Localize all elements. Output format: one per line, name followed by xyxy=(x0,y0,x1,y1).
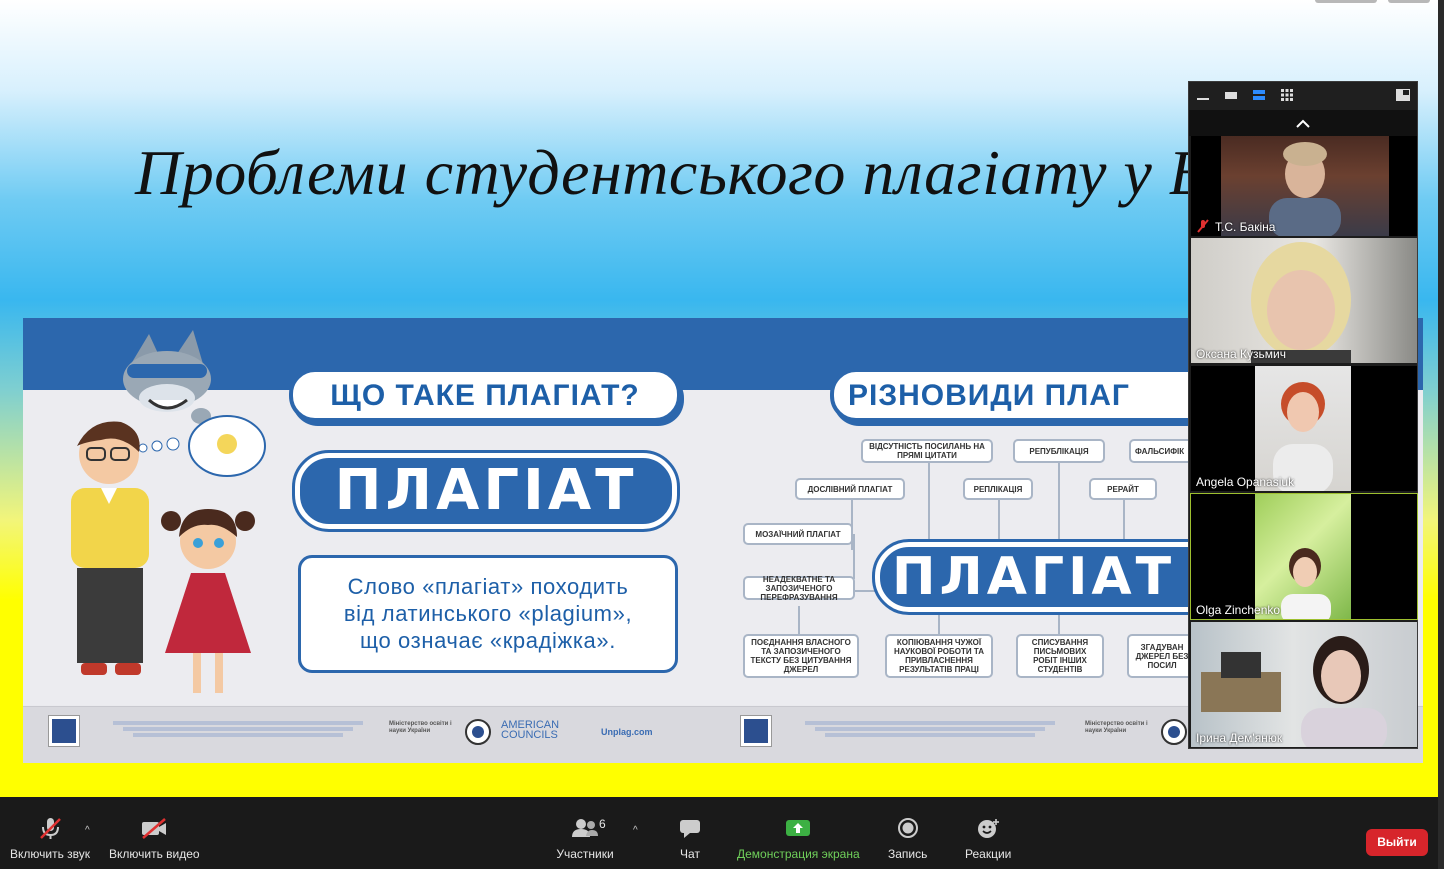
video-tile-active[interactable]: Olga Zinchenko xyxy=(1190,493,1418,620)
scroll-up-button[interactable] xyxy=(1189,110,1417,136)
gallery-view-icon[interactable] xyxy=(1279,88,1295,102)
footer-disclaimer xyxy=(103,719,373,739)
unmute-label: Включить звук xyxy=(10,847,91,861)
video-feed xyxy=(1191,238,1417,363)
connector xyxy=(798,606,800,634)
strip-view-icon[interactable] xyxy=(1251,88,1267,102)
minimize-icon[interactable] xyxy=(1195,88,1211,102)
video-tile[interactable]: Оксана Кузьмич xyxy=(1191,238,1417,363)
unplag-logo: Unplag.com xyxy=(601,727,653,737)
participant-name: Т.С. Бакіна xyxy=(1215,220,1276,234)
leave-meeting-button[interactable]: Выйти xyxy=(1366,829,1428,856)
record-button[interactable]: Запись xyxy=(888,817,927,861)
share-screen-button[interactable]: Демонстрация экрана xyxy=(737,817,860,861)
participants-options-caret[interactable]: ^ xyxy=(633,825,638,836)
muted-mic-icon xyxy=(40,818,61,839)
participants-count: 6 xyxy=(599,817,606,831)
video-off-icon xyxy=(142,818,167,839)
window-right-edge xyxy=(1438,0,1444,869)
pop-out-icon[interactable] xyxy=(1395,88,1411,102)
university-logo xyxy=(48,715,80,747)
chat-icon xyxy=(680,820,700,838)
shared-screen: Проблеми студентського плагіату у В ЩО Т… xyxy=(0,0,1444,797)
participants-label: Участники xyxy=(556,847,614,861)
video-feed xyxy=(1191,622,1417,747)
chat-label: Чат xyxy=(680,847,700,861)
girl-illustration xyxy=(161,509,255,693)
participant-name: Ірина Дем'янюк xyxy=(1196,731,1283,745)
video-tile[interactable]: Ірина Дем'янюк xyxy=(1191,622,1417,747)
boy-illustration xyxy=(71,421,149,675)
university-logo-2 xyxy=(740,715,772,747)
right-heading: РІЗНОВИДИ ПЛАГ xyxy=(830,368,1250,422)
us-embassy-seal-icon xyxy=(1161,719,1187,745)
record-icon xyxy=(897,818,918,838)
reactions-button[interactable]: Реакции xyxy=(965,817,1011,861)
participant-name: Angela Opanasiuk xyxy=(1196,475,1295,489)
node-cheating: СПИСУВАННЯ ПИСЬМОВИХ РОБІТ ІНШИХ СТУДЕНТ… xyxy=(1016,634,1104,678)
participants-button[interactable]: 6 Участники xyxy=(555,817,615,861)
start-video-label: Включить видео xyxy=(109,847,200,861)
definition-line-3: що означає «крадіжка». xyxy=(360,628,616,653)
node-rewrite: РЕРАЙТ xyxy=(1089,478,1157,500)
left-heading: ЩО ТАКЕ ПЛАГІАТ? xyxy=(289,368,681,422)
start-video-button[interactable]: Включить видео xyxy=(109,817,200,861)
definition-box: Слово «плагіат» походить від латинського… xyxy=(298,555,678,673)
share-screen-icon xyxy=(786,820,811,836)
us-embassy-seal-icon xyxy=(465,719,491,745)
unmute-button[interactable]: Включить звук xyxy=(10,817,90,861)
connector xyxy=(1058,610,1060,635)
chevron-up-icon xyxy=(1296,119,1310,128)
record-label: Запись xyxy=(888,847,928,861)
participant-name: Olga Zinchenko xyxy=(1196,603,1281,617)
footer-disclaimer-2 xyxy=(795,719,1065,739)
node-verbatim: ДОСЛІВНИЙ ПЛАГІАТ xyxy=(795,478,905,500)
participant-name: Оксана Кузьмич xyxy=(1196,347,1286,361)
definition-line-1: Слово «плагіат» походить xyxy=(347,574,629,599)
video-feed xyxy=(1255,494,1351,619)
node-combination: ПОЄДНАННЯ ВЛАСНОГО ТА ЗАПОЗИЧЕНОГО ТЕКСТ… xyxy=(743,634,859,678)
definition-line-2: від латинського «plagium», xyxy=(343,601,633,626)
active-speaker-view-icon[interactable] xyxy=(1223,88,1239,102)
top-hidden-control-2[interactable] xyxy=(1388,0,1430,3)
muted-mic-icon xyxy=(1197,219,1209,233)
node-mosaic: МОЗАЇЧНИЙ ПЛАГІАТ xyxy=(743,523,853,545)
slide-title: Проблеми студентського плагіату у В xyxy=(135,137,1209,208)
participant-video-panel: Т.С. Бакіна Оксана Кузьмич Angela Opanas… xyxy=(1188,81,1418,749)
chat-button[interactable]: Чат xyxy=(678,817,702,861)
video-feed xyxy=(1255,366,1351,491)
node-republication: РЕПУБЛІКАЦІЯ xyxy=(1013,439,1105,463)
connector xyxy=(938,610,940,635)
node-replication: РЕПЛІКАЦІЯ xyxy=(963,478,1033,500)
connector xyxy=(853,534,855,579)
top-hidden-control[interactable] xyxy=(1315,0,1377,3)
participants-icon xyxy=(572,819,598,837)
ministry-logo-text-2: Міністерство освіти і науки України xyxy=(1085,721,1148,734)
node-no-refs: ВІДСУТНІСТЬ ПОСИЛАНЬ НА ПРЯМІ ЦИТАТИ xyxy=(861,439,993,463)
ministry-logo-text: Міністерство освіти і науки України xyxy=(389,721,452,734)
node-paraphrase: НЕАДЕКВАТНЕ ТА ЗАПОЗИЧЕНОГО ПЕРЕФРАЗУВАН… xyxy=(743,575,855,602)
meeting-toolbar: Включить звук ^ Включить видео 6 Участни… xyxy=(0,797,1444,869)
reactions-label: Реакции xyxy=(965,847,1012,861)
reactions-icon xyxy=(978,819,1000,838)
video-tile[interactable]: Angela Opanasiuk xyxy=(1191,366,1417,491)
connector xyxy=(928,460,930,550)
node-mention: ЗГАДУВАН ДЖЕРЕЛ БЕЗ ПОСИЛ xyxy=(1127,634,1197,678)
video-panel-header xyxy=(1189,82,1417,110)
left-plagiarism-word: ПЛАГІАТ xyxy=(292,450,680,532)
node-copying: КОПІЮВАННЯ ЧУЖОЇ НАУКОВОЇ РОБОТИ ТА ПРИВ… xyxy=(885,634,993,678)
american-councils-logo: AMERICAN COUNCILS xyxy=(501,719,560,741)
share-screen-label: Демонстрация экрана xyxy=(737,847,860,861)
audio-options-caret[interactable]: ^ xyxy=(85,825,90,836)
video-tile[interactable]: Т.С. Бакіна xyxy=(1191,136,1417,236)
connector xyxy=(1058,460,1060,550)
